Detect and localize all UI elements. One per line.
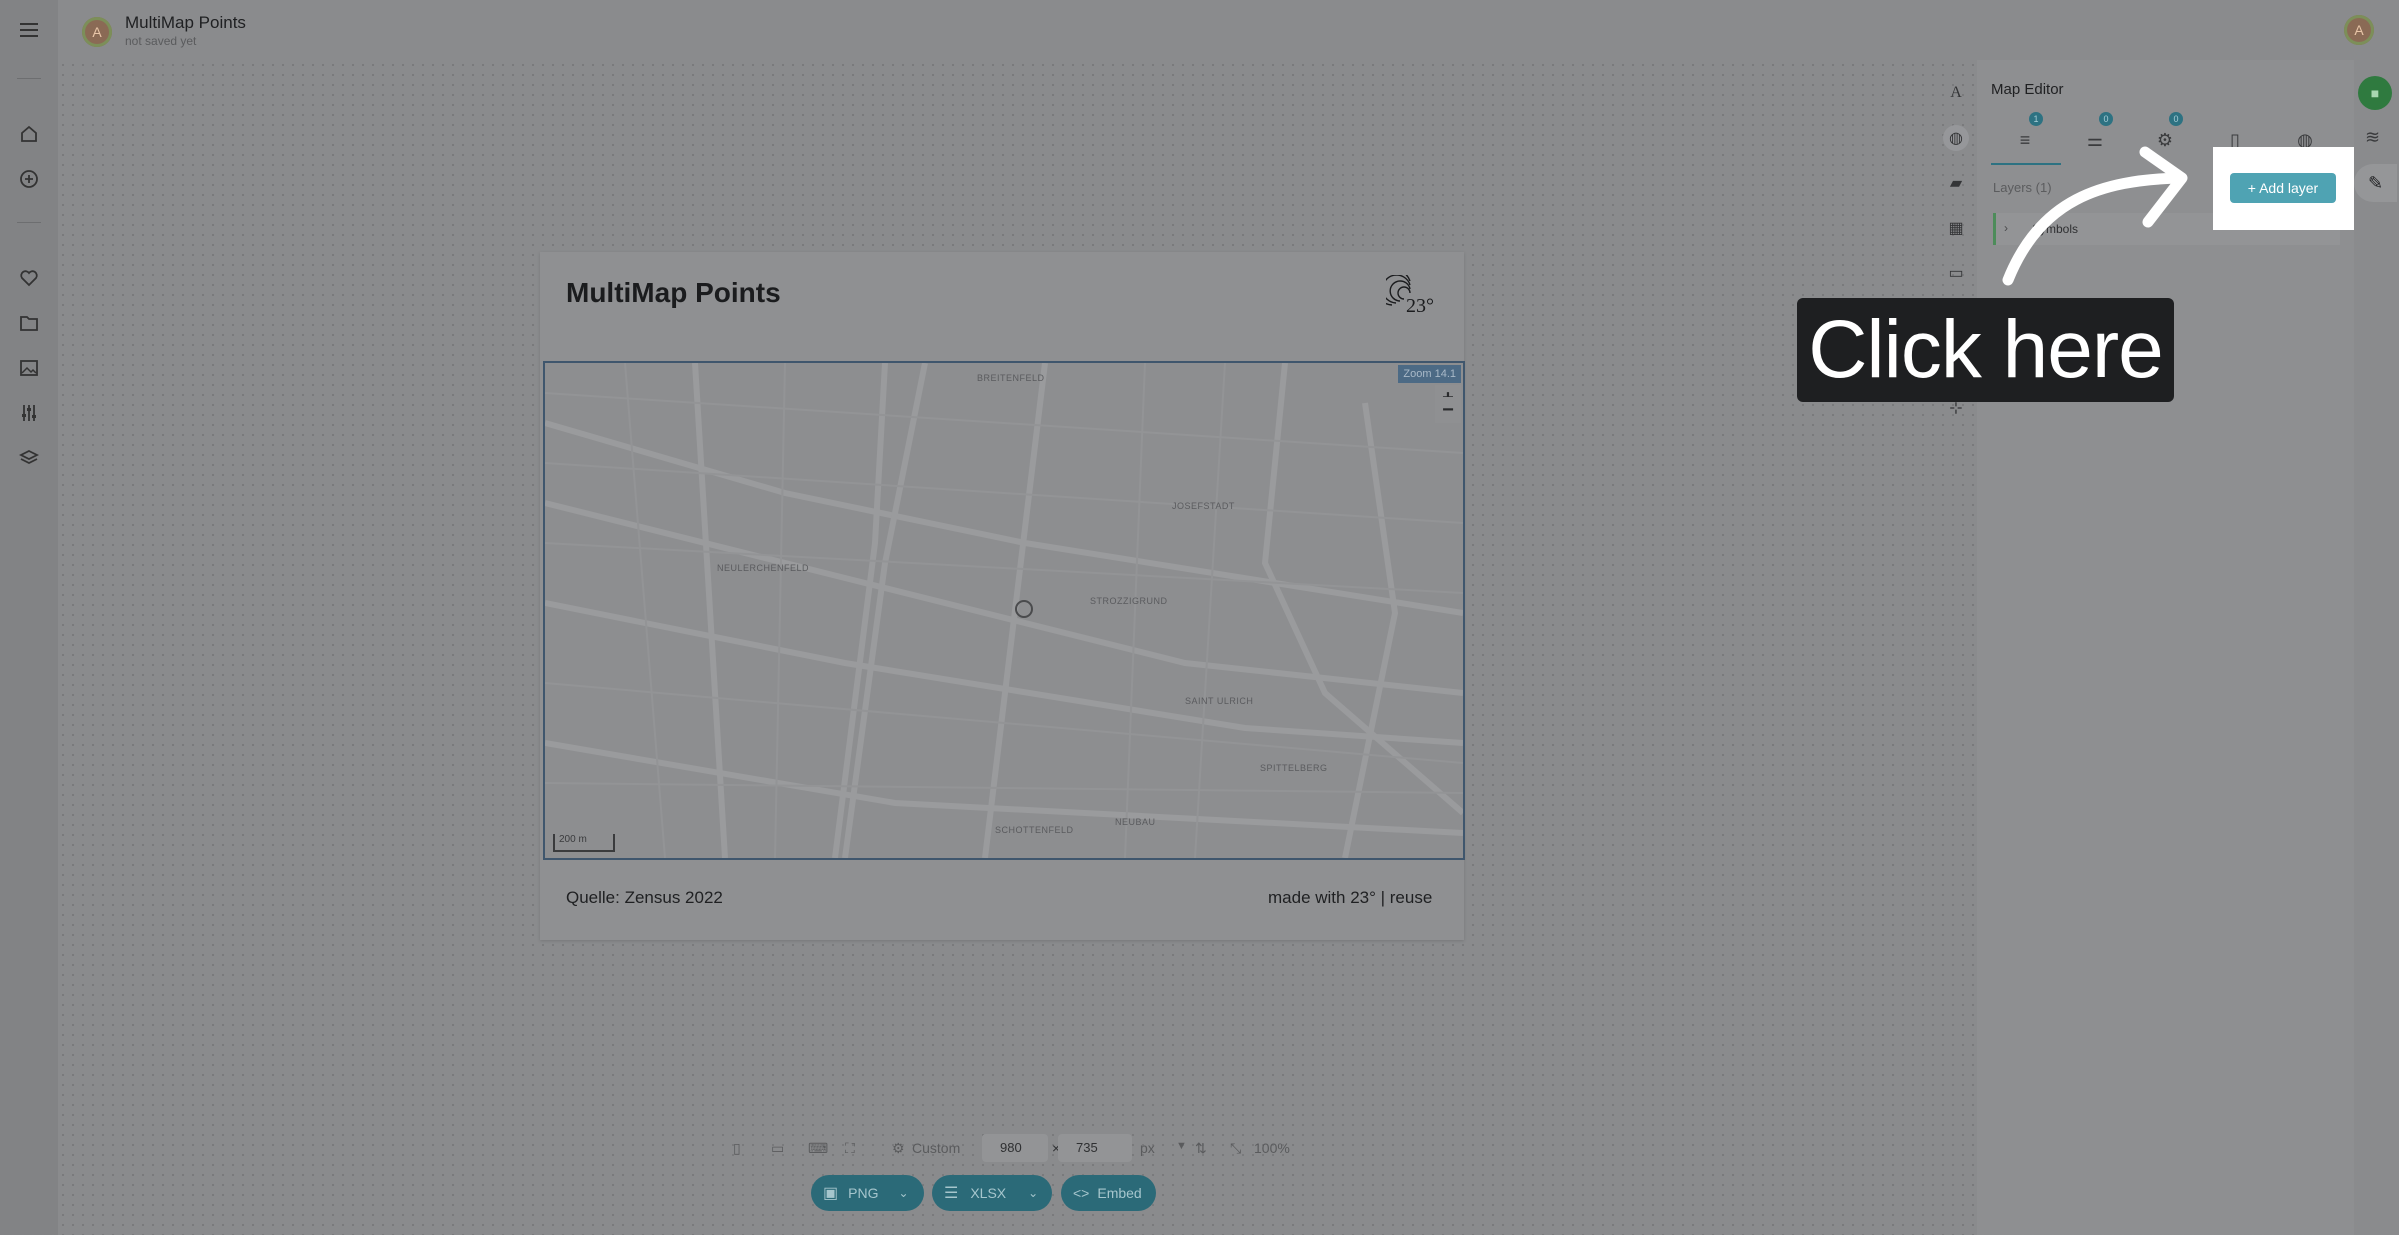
globe-icon[interactable]: ◍ [1943,125,1969,151]
zoom-level[interactable]: 100% [1254,1140,1290,1156]
card-brand: made with 23° | reuse [1268,888,1433,907]
district-label: SPITTELBERG [1260,763,1328,773]
left-navigation [0,0,59,1235]
district-label: NEUBAU [1115,817,1156,827]
layers-icon[interactable] [15,444,43,472]
tablet-size-icon[interactable]: ▭ [771,1140,784,1157]
tab-badge: 0 [2169,112,2183,126]
mobile-size-icon[interactable]: ▯ [733,1140,741,1157]
district-label: NEULERCHENFELD [717,563,810,573]
edit-pencil-button[interactable]: ✎ [2354,164,2397,202]
district-label: BREITENFELD [977,373,1045,383]
map-view[interactable]: BREITENFELD JOSEFSTADT NEULERCHENFELD ST… [543,361,1465,860]
user-avatar-initial: A [2354,22,2364,38]
card-title[interactable]: MultiMap Points [566,277,781,309]
zoom-level-badge: Zoom 14.1 [1398,365,1461,383]
add-layer-button[interactable]: + Add layer [2230,173,2336,203]
save-icon: ■ [2370,85,2380,101]
preset-label[interactable]: Custom [912,1140,960,1156]
export-png-label: PNG [848,1185,879,1201]
menu-icon[interactable] [15,16,43,44]
image-icon[interactable] [15,354,43,382]
district-label: JOSEFSTADT [1172,501,1235,511]
district-label: SCHOTTENFELD [995,825,1074,835]
zoom-out-button[interactable]: − [1435,397,1461,423]
fullscreen-icon[interactable]: ⛶ [845,1140,855,1157]
save-status: not saved yet [125,34,197,48]
embed-button[interactable]: <> Embed [1061,1175,1156,1211]
right-sidebar [2354,60,2399,1235]
export-xlsx-label: XLSX [970,1185,1007,1201]
logo-23-degrees: 23° [1374,268,1438,323]
presentation-icon[interactable]: ▭ [1943,260,1969,286]
export-xlsx-button[interactable]: ☰ XLSX ⌄ [932,1175,1052,1211]
embed-label: Embed [1097,1185,1142,1201]
home-icon[interactable] [15,120,43,148]
scale-bar: 200 m [553,834,615,852]
heart-icon[interactable] [15,264,43,292]
gear-icon[interactable]: ⚙ [892,1140,905,1157]
district-label: SAINT ULRICH [1185,696,1254,706]
comment-icon[interactable]: ▰ [1943,170,1969,196]
chevron-down-icon[interactable]: ⌄ [1028,1186,1038,1200]
grid-icon[interactable]: ▦ [1943,215,1969,241]
tutorial-callout: Click here [1797,298,2174,402]
user-avatar[interactable]: A [2344,15,2374,45]
tab-badge: 1 [2029,112,2043,126]
text-icon[interactable]: A [1943,80,1969,106]
card-source[interactable]: Quelle: Zensus 2022 [566,888,723,908]
link-icon[interactable]: ⇅ [1195,1140,1207,1157]
height-input[interactable]: 735 [1058,1134,1132,1162]
code-icon: <> [1073,1185,1090,1201]
avatar-initial: A [92,24,102,40]
avatar[interactable]: A [82,17,112,47]
laptop-size-icon[interactable]: ⌨ [808,1140,828,1157]
export-png-button[interactable]: ▣ PNG ⌄ [811,1175,924,1211]
chevron-down-icon[interactable]: ▼ [1176,1140,1187,1152]
add-icon[interactable] [15,165,43,193]
nav-divider [17,78,41,79]
panel-title: Map Editor [1991,81,2064,98]
tab-badge: 0 [2099,112,2113,126]
page-title: MultiMap Points [125,13,246,32]
fit-icon[interactable]: ⤡ [1230,1140,1241,1157]
pencil-icon: ✎ [2367,172,2384,193]
district-label: STROZZIGRUND [1090,596,1168,606]
save-button[interactable]: ■ [2358,76,2392,110]
nav-divider [17,222,41,223]
unit-select[interactable]: px [1140,1140,1155,1156]
image-icon: ▣ [823,1185,839,1202]
map-point-marker[interactable] [1015,600,1033,618]
map-streets [545,363,1463,858]
logo-text: 23° [1406,295,1434,317]
arrow-icon [2002,146,2188,286]
width-input[interactable]: 980 [982,1134,1048,1162]
chevron-down-icon[interactable]: ⌄ [898,1186,908,1200]
sliders-icon[interactable] [15,399,43,427]
top-bar [58,0,2399,60]
database-icon[interactable]: ≋ [2365,127,2380,148]
folder-icon[interactable] [15,309,43,337]
database-icon: ☰ [944,1185,959,1202]
